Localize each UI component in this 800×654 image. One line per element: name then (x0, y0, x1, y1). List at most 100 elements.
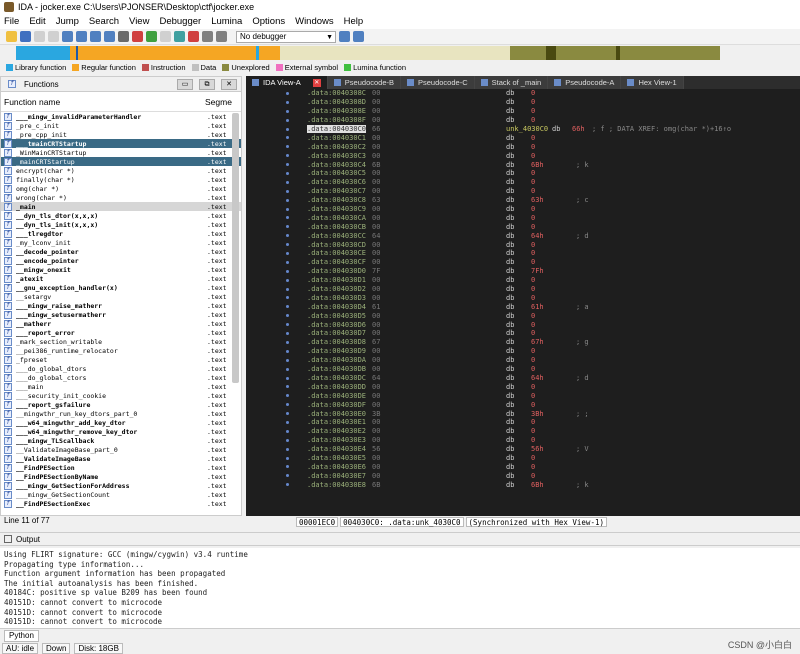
function-row[interactable]: f _pre_c_init .text (1, 121, 241, 130)
attach-icon[interactable] (339, 31, 350, 42)
function-row[interactable]: f __decode_pointer .text (1, 247, 241, 256)
functions-list[interactable]: f ___mingw_invalidParameterHandler .text f _… (1, 112, 241, 512)
function-row[interactable]: f ___report_error .text (1, 328, 241, 337)
function-row[interactable]: f ___security_init_cookie .text (1, 391, 241, 400)
function-row[interactable]: f __encode_pointer .text (1, 256, 241, 265)
struct-icon[interactable] (174, 31, 185, 42)
refresh-icon[interactable] (353, 31, 364, 42)
function-row[interactable]: f __FindPESectionByName .text (1, 472, 241, 481)
tab-ida-view-a[interactable]: IDA View-A ✕ (246, 76, 328, 89)
disasm-line[interactable]: .data:004030DB 00 db 0 (246, 365, 800, 374)
functions-column-header[interactable]: Function name Segme (1, 92, 241, 112)
restore-button[interactable]: ▭ (177, 79, 193, 90)
text-search-icon[interactable] (90, 31, 101, 42)
function-row[interactable]: f __FindPESectionExec .text (1, 499, 241, 508)
disasm-line[interactable]: .data:004030DC 64 db 64h ; d (246, 374, 800, 383)
function-row[interactable]: f ___w64_mingwthr_remove_key_dtor .text (1, 427, 241, 436)
disasm-line[interactable]: .data:004030CA 00 db 0 (246, 213, 800, 222)
function-row[interactable]: f _WinMainCRTStartup .text (1, 148, 241, 157)
disasm-line[interactable]: .data:004030D4 61 db 61h ; a (246, 302, 800, 311)
function-row[interactable]: f __FindPESection .text (1, 463, 241, 472)
function-row[interactable]: f _fpreset .text (1, 355, 241, 364)
disasm-line[interactable]: .data:0040308E 00 db 0 (246, 107, 800, 116)
disasm-line[interactable]: .data:004030C7 00 db 0 (246, 187, 800, 196)
function-row[interactable]: f encrypt(char *) .text (1, 166, 241, 175)
menu-item-options[interactable]: Options (252, 16, 285, 27)
disasm-line[interactable]: .data:004030D6 00 db 0 (246, 320, 800, 329)
disasm-line[interactable]: .data:004030C3 00 db 0 (246, 151, 800, 160)
function-row[interactable]: f __ValidateImageBase_part_0 .text (1, 445, 241, 454)
function-row[interactable]: f __matherr .text (1, 319, 241, 328)
function-row[interactable]: f __dyn_tls_dtor(x,x,x) .text (1, 211, 241, 220)
disasm-line[interactable]: .data:004030C5 00 db 0 (246, 169, 800, 178)
function-row[interactable]: f _my_lconv_init .text (1, 238, 241, 247)
function-row[interactable]: f wrong(char *) .text (1, 193, 241, 202)
run-icon[interactable] (146, 31, 157, 42)
function-row[interactable]: f __pei386_runtime_relocator .text (1, 346, 241, 355)
disasm-line[interactable]: .data:004030C6 00 db 0 (246, 178, 800, 187)
disasm-line[interactable]: .data:004030E5 00 db 0 (246, 454, 800, 463)
disasm-line[interactable]: .data:004030CC 64 db 64h ; d (246, 231, 800, 240)
disasm-line[interactable]: .data:004030E2 00 db 0 (246, 427, 800, 436)
menu-item-jump[interactable]: Jump (56, 16, 79, 27)
navigation-band[interactable] (0, 45, 800, 61)
disasm-line[interactable]: .data:004030D2 00 db 0 (246, 285, 800, 294)
function-row[interactable]: f ___mingw_GetSectionCount .text (1, 490, 241, 499)
functions-scrollbar[interactable] (232, 113, 239, 383)
function-row[interactable]: f ___mingw_invalidParameterHandler .text (1, 112, 241, 121)
close-button[interactable]: ✕ (221, 79, 237, 90)
float-button[interactable]: ⧉ (199, 79, 215, 90)
function-row[interactable]: f ___mingw_setusermatherr .text (1, 310, 241, 319)
debugger-select[interactable]: No debugger ▼ (236, 30, 336, 43)
code-icon[interactable] (118, 31, 129, 42)
tab-pseudocode-c[interactable]: Pseudocode-C (401, 76, 475, 89)
column-segment[interactable]: Segme (205, 97, 232, 107)
tab-pseudocode-b[interactable]: Pseudocode-B (327, 76, 401, 89)
jump-icon[interactable] (62, 31, 73, 42)
status-direction[interactable]: Down (42, 642, 71, 654)
play-icon[interactable] (202, 31, 213, 42)
disasm-line[interactable]: .data:004030C2 00 db 0 (246, 142, 800, 151)
menu-item-lumina[interactable]: Lumina (211, 16, 242, 27)
menu-item-help[interactable]: Help (344, 16, 364, 27)
function-row[interactable]: f __gnu_exception_handler(x) .text (1, 283, 241, 292)
disassembly-listing[interactable]: .data:0040308C 00 db 0 .data:0040308D 00 db 0 .d… (246, 89, 800, 516)
tab-stack-of-main[interactable]: Stack of _main (474, 76, 549, 89)
disasm-line[interactable]: .data:0040308F 00 db 0 (246, 116, 800, 125)
close-icon[interactable]: ✕ (312, 78, 321, 87)
data-icon[interactable] (132, 31, 143, 42)
function-row[interactable]: f finally(char *) .text (1, 175, 241, 184)
disasm-line[interactable]: .data:004030E8 6B db 6Bh ; k (246, 480, 800, 489)
disasm-line[interactable]: .data:004030E4 56 db 56h ; V (246, 445, 800, 454)
disasm-line[interactable]: .data:004030D9 00 db 0 (246, 347, 800, 356)
function-row[interactable]: f ___mingw_TLScallback .text (1, 436, 241, 445)
menu-item-file[interactable]: File (4, 16, 19, 27)
function-row[interactable]: f __dyn_tls_init(x,x,x) .text (1, 220, 241, 229)
disasm-line[interactable]: .data:004030C9 00 db 0 (246, 205, 800, 214)
function-row[interactable]: f ___mingw_GetSectionForAddress .text (1, 481, 241, 490)
disasm-line[interactable]: .data:004030DD 00 db 0 (246, 382, 800, 391)
menu-item-windows[interactable]: Windows (295, 16, 334, 27)
function-row[interactable]: f ___report_gsfailure .text (1, 400, 241, 409)
function-row[interactable]: f ___main .text (1, 382, 241, 391)
pause-icon[interactable] (216, 31, 227, 42)
function-row[interactable]: f _mainCRTStartup .text (1, 157, 241, 166)
function-row[interactable]: f omg(char *) .text (1, 184, 241, 193)
python-input-tab[interactable]: Python (4, 630, 39, 642)
disasm-line[interactable]: .data:004030CD 00 db 0 (246, 240, 800, 249)
disasm-line[interactable]: .data:004030DF 00 db 0 (246, 400, 800, 409)
column-function-name[interactable]: Function name (4, 97, 60, 107)
binary-search-icon[interactable] (104, 31, 115, 42)
disasm-line[interactable]: .data:004030E6 00 db 0 (246, 462, 800, 471)
disasm-line[interactable]: .data:004030D5 00 db 0 (246, 311, 800, 320)
function-row[interactable]: f _mark_section_writable .text (1, 337, 241, 346)
menu-item-search[interactable]: Search (89, 16, 119, 27)
disasm-line[interactable]: .data:004030E0 3B db 3Bh ; ; (246, 409, 800, 418)
back-icon[interactable] (34, 31, 45, 42)
disasm-line[interactable]: .data:004030CB 00 db 0 (246, 222, 800, 231)
disasm-line[interactable]: .data:004030DA 00 db 0 (246, 356, 800, 365)
menu-item-view[interactable]: View (129, 16, 149, 27)
forward-icon[interactable] (48, 31, 59, 42)
function-row[interactable]: f ___tlregdtor .text (1, 229, 241, 238)
disasm-line[interactable]: .data:004030C0 66 unk_4030C0 db 66h ; f ; DAT… (246, 125, 800, 134)
